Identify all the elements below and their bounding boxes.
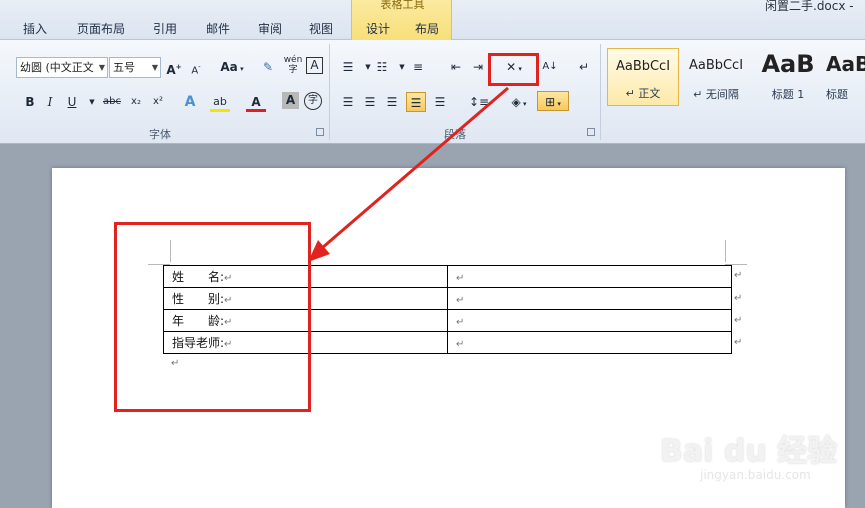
watermark-text: Bai du 经验 (660, 434, 838, 469)
baidu-watermark: Bai du 经验 jingyan.baidu.com (660, 410, 860, 490)
watermark-url: jingyan.baidu.com (700, 468, 811, 482)
